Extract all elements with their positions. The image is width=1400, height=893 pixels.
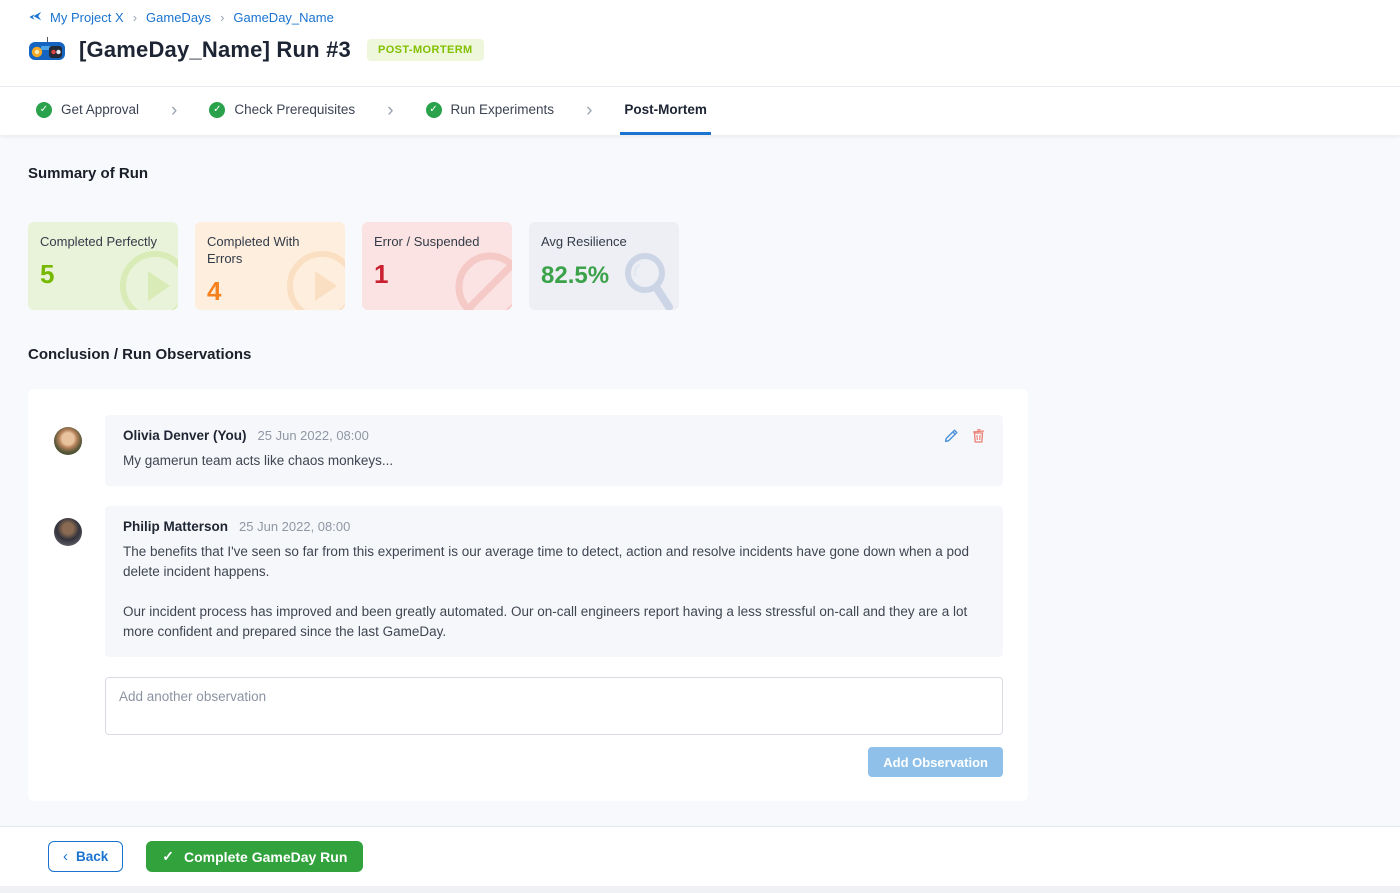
add-observation-button[interactable]: Add Observation: [868, 747, 1003, 777]
status-badge: POST-MORTERM: [367, 39, 484, 61]
observation-item: Olivia Denver (You) 25 Jun 2022, 08:00 M…: [54, 415, 1003, 486]
window-edge: [0, 886, 1400, 893]
tab-check-prerequisites[interactable]: ✓ Check Prerequisites: [205, 87, 359, 135]
card-value: 1: [374, 259, 500, 290]
card-label: Completed With Errors: [207, 234, 333, 268]
footer-bar: ‹ Back ✓ Complete GameDay Run: [0, 826, 1400, 886]
card-value: 82.5%: [541, 262, 667, 290]
tab-post-mortem[interactable]: Post-Mortem: [620, 87, 711, 135]
tab-label: Get Approval: [61, 102, 139, 117]
avatar: [54, 518, 82, 546]
chevron-left-icon: ‹: [63, 848, 68, 865]
delete-observation-button[interactable]: [972, 429, 985, 443]
breadcrumb-item-gamedays[interactable]: GameDays: [146, 10, 211, 25]
chevron-right-icon: ›: [220, 10, 224, 25]
card-avg-resilience: Avg Resilience 82.5%: [529, 222, 679, 310]
tab-label: Run Experiments: [451, 102, 555, 117]
page-title: [GameDay_Name] Run #3: [79, 37, 351, 63]
chevron-right-icon: ›: [387, 87, 393, 135]
tab-get-approval[interactable]: ✓ Get Approval: [32, 87, 143, 135]
observation-text: The benefits that I've seen so far from …: [123, 542, 985, 642]
observation-body: Philip Matterson 25 Jun 2022, 08:00 The …: [105, 506, 1003, 657]
observation-timestamp: 25 Jun 2022, 08:00: [239, 519, 350, 534]
tab-run-experiments[interactable]: ✓ Run Experiments: [422, 87, 559, 135]
observations-card: Olivia Denver (You) 25 Jun 2022, 08:00 M…: [28, 389, 1028, 801]
gamepad-icon: [28, 37, 66, 63]
card-value: 5: [40, 259, 166, 290]
card-value: 4: [207, 276, 333, 307]
card-label: Completed Perfectly: [40, 234, 166, 251]
check-circle-icon: ✓: [36, 102, 52, 118]
tab-label: Check Prerequisites: [234, 102, 355, 117]
main-content: Summary of Run Completed Perfectly 5 Com…: [0, 135, 1400, 826]
complete-button-label: Complete GameDay Run: [184, 849, 347, 865]
chevron-right-icon: ›: [171, 87, 177, 135]
check-icon: ✓: [162, 848, 174, 865]
check-circle-icon: ✓: [426, 102, 442, 118]
observation-author: Olivia Denver (You): [123, 428, 247, 443]
avatar: [54, 427, 82, 455]
complete-gameday-run-button[interactable]: ✓ Complete GameDay Run: [146, 841, 363, 872]
edit-observation-button[interactable]: [944, 429, 958, 443]
breadcrumb-item-project[interactable]: My Project X: [50, 10, 124, 25]
page-header: My Project X › GameDays › GameDay_Name […: [0, 0, 1400, 86]
breadcrumb-item-gameday-name[interactable]: GameDay_Name: [233, 10, 333, 25]
observation-timestamp: 25 Jun 2022, 08:00: [258, 428, 369, 443]
back-button[interactable]: ‹ Back: [48, 841, 123, 872]
summary-heading: Summary of Run: [28, 165, 1372, 182]
add-observation-input[interactable]: [105, 677, 1003, 735]
observation-author: Philip Matterson: [123, 519, 228, 534]
card-completed-perfectly: Completed Perfectly 5: [28, 222, 178, 310]
check-circle-icon: ✓: [209, 102, 225, 118]
chevron-right-icon: ›: [133, 10, 137, 25]
observation-body: Olivia Denver (You) 25 Jun 2022, 08:00 M…: [105, 415, 1003, 486]
card-error-suspended: Error / Suspended 1: [362, 222, 512, 310]
observation-paragraph: Our incident process has improved and be…: [123, 602, 985, 642]
back-button-label: Back: [76, 849, 108, 864]
observation-item: Philip Matterson 25 Jun 2022, 08:00 The …: [54, 506, 1003, 657]
observation-text: My gamerun team acts like chaos monkeys.…: [123, 451, 985, 471]
breadcrumb: My Project X › GameDays › GameDay_Name: [28, 10, 1372, 25]
card-completed-with-errors: Completed With Errors 4: [195, 222, 345, 310]
card-label: Avg Resilience: [541, 234, 667, 251]
trash-icon: [972, 429, 985, 443]
chevron-right-icon: ›: [586, 87, 592, 135]
pencil-icon: [944, 429, 958, 443]
brand-logo-icon: [28, 10, 43, 25]
card-label: Error / Suspended: [374, 234, 500, 251]
observation-paragraph: The benefits that I've seen so far from …: [123, 542, 985, 582]
observations-heading: Conclusion / Run Observations: [28, 346, 1372, 363]
tab-label: Post-Mortem: [624, 102, 707, 117]
summary-cards: Completed Perfectly 5 Completed With Err…: [28, 222, 1372, 310]
step-tabbar: ✓ Get Approval › ✓ Check Prerequisites ›…: [0, 86, 1400, 135]
